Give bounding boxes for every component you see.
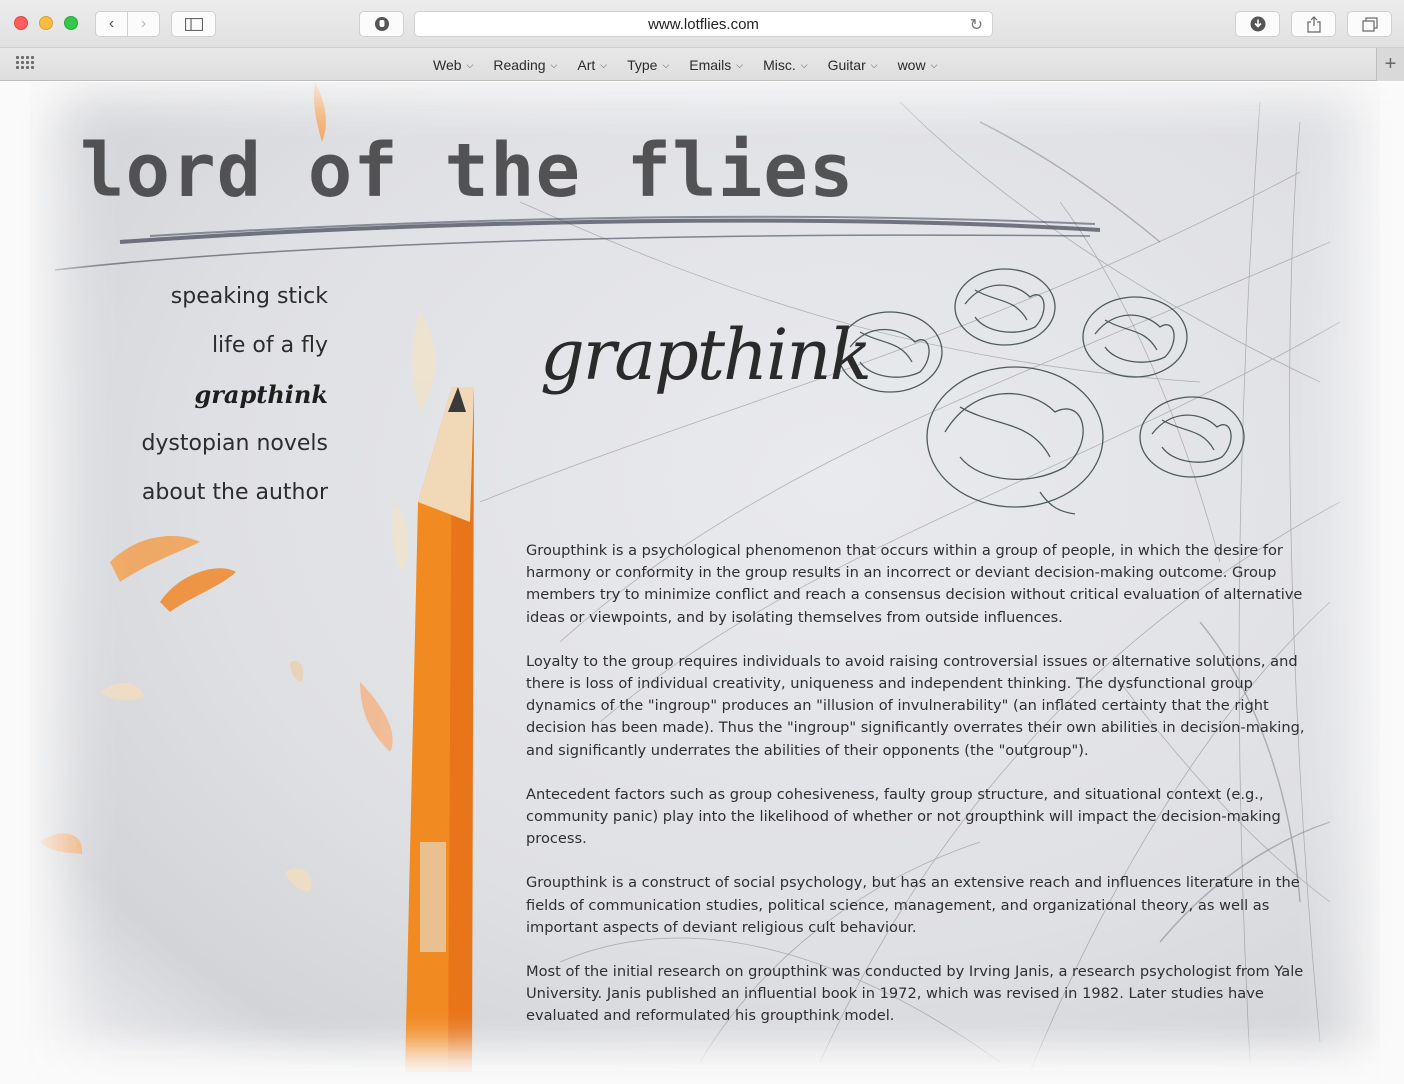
article-paragraph: Loyalty to the group requires individual…	[526, 652, 1305, 759]
tabs-overview-icon	[1361, 16, 1378, 32]
browser-toolbar: ‹ › www.lotflies.com ↻	[0, 0, 1404, 48]
plus-icon: +	[1384, 53, 1397, 75]
pencil-illustration	[405, 387, 474, 1072]
chevron-left-icon: ‹	[108, 15, 115, 32]
shield-hand-icon	[374, 17, 389, 31]
close-window-button[interactable]	[14, 16, 28, 30]
download-icon	[1250, 16, 1265, 32]
privacy-extension-button[interactable]	[359, 11, 404, 37]
article-paragraph: Antecedent factors such as group cohesiv…	[526, 785, 1281, 848]
article-paragraph: Most of the initial research on groupthi…	[526, 963, 1304, 1025]
chevron-right-icon: ›	[140, 15, 147, 32]
chevron-down-icon: ⌵	[930, 60, 938, 70]
minimize-window-button[interactable]	[39, 16, 53, 30]
reload-icon[interactable]: ↻	[970, 15, 983, 35]
nav-item-life-of-a-fly[interactable]: life of a fly	[141, 321, 328, 370]
chevron-down-icon: ⌵	[662, 60, 670, 70]
bookmark-folder-type[interactable]: Type ⌵	[617, 48, 679, 81]
article-body: Groupthink is a psychological phenomenon…	[526, 540, 1318, 1050]
bookmark-folder-art[interactable]: Art ⌵	[567, 48, 617, 81]
share-button[interactable]	[1291, 11, 1336, 37]
nav-item-grapthink[interactable]: grapthink	[141, 370, 329, 419]
bookmark-folder-web[interactable]: Web ⌵	[423, 48, 483, 81]
bookmark-folder-misc[interactable]: Misc. ⌵	[753, 48, 818, 81]
chevron-down-icon: ⌵	[870, 60, 878, 70]
nav-item-about-the-author[interactable]: about the author	[141, 468, 328, 517]
chevron-down-icon: ⌵	[600, 60, 608, 70]
nav-item-speaking-stick[interactable]: speaking stick	[141, 272, 328, 321]
chevron-down-icon: ⌵	[800, 60, 808, 70]
zoom-window-button[interactable]	[64, 16, 78, 30]
article-paragraph: Groupthink is a psychological phenomenon…	[526, 542, 1303, 626]
share-icon	[1306, 15, 1321, 33]
new-tab-button[interactable]: +	[1376, 48, 1404, 81]
chevron-down-icon: ⌵	[466, 60, 474, 70]
address-bar[interactable]: www.lotflies.com ↻	[414, 11, 993, 37]
show-tabs-button[interactable]	[1347, 11, 1392, 37]
back-button[interactable]: ‹	[95, 11, 128, 37]
bookmarks-bar: Web ⌵ Reading ⌵ Art ⌵ Type ⌵ Emails ⌵ Misc. ⌵ …	[0, 48, 1404, 81]
bookmark-folder-reading[interactable]: Reading ⌵	[483, 48, 567, 81]
article-paragraph: Groupthink is a construct of social psyc…	[526, 874, 1300, 936]
bookmark-folder-emails[interactable]: Emails ⌵	[679, 48, 753, 81]
chevron-down-icon: ⌵	[736, 60, 744, 70]
grid-icon[interactable]	[16, 56, 36, 72]
forward-button[interactable]: ›	[127, 11, 160, 37]
url-text: www.lotflies.com	[648, 15, 759, 33]
sidebar-toggle-button[interactable]	[171, 11, 216, 37]
downloads-button[interactable]	[1235, 11, 1280, 37]
nav-item-dystopian-novels[interactable]: dystopian novels	[141, 419, 328, 468]
chevron-down-icon: ⌵	[550, 60, 558, 70]
bookmark-folder-guitar[interactable]: Guitar ⌵	[818, 48, 888, 81]
site-title[interactable]: lord of the flies	[80, 128, 854, 214]
brain-sketches	[837, 268, 1245, 515]
bookmark-folder-wow[interactable]: wow ⌵	[888, 48, 948, 81]
site-navigation: speaking stick life of a fly grapthink d…	[141, 272, 328, 517]
sidebar-icon	[184, 17, 203, 31]
page-heading: grapthink	[540, 314, 872, 396]
web-page: lord of the flies speaking stick life of…	[0, 82, 1404, 1084]
bookmark-folders: Web ⌵ Reading ⌵ Art ⌵ Type ⌵ Emails ⌵ Misc. ⌵ …	[423, 48, 947, 81]
